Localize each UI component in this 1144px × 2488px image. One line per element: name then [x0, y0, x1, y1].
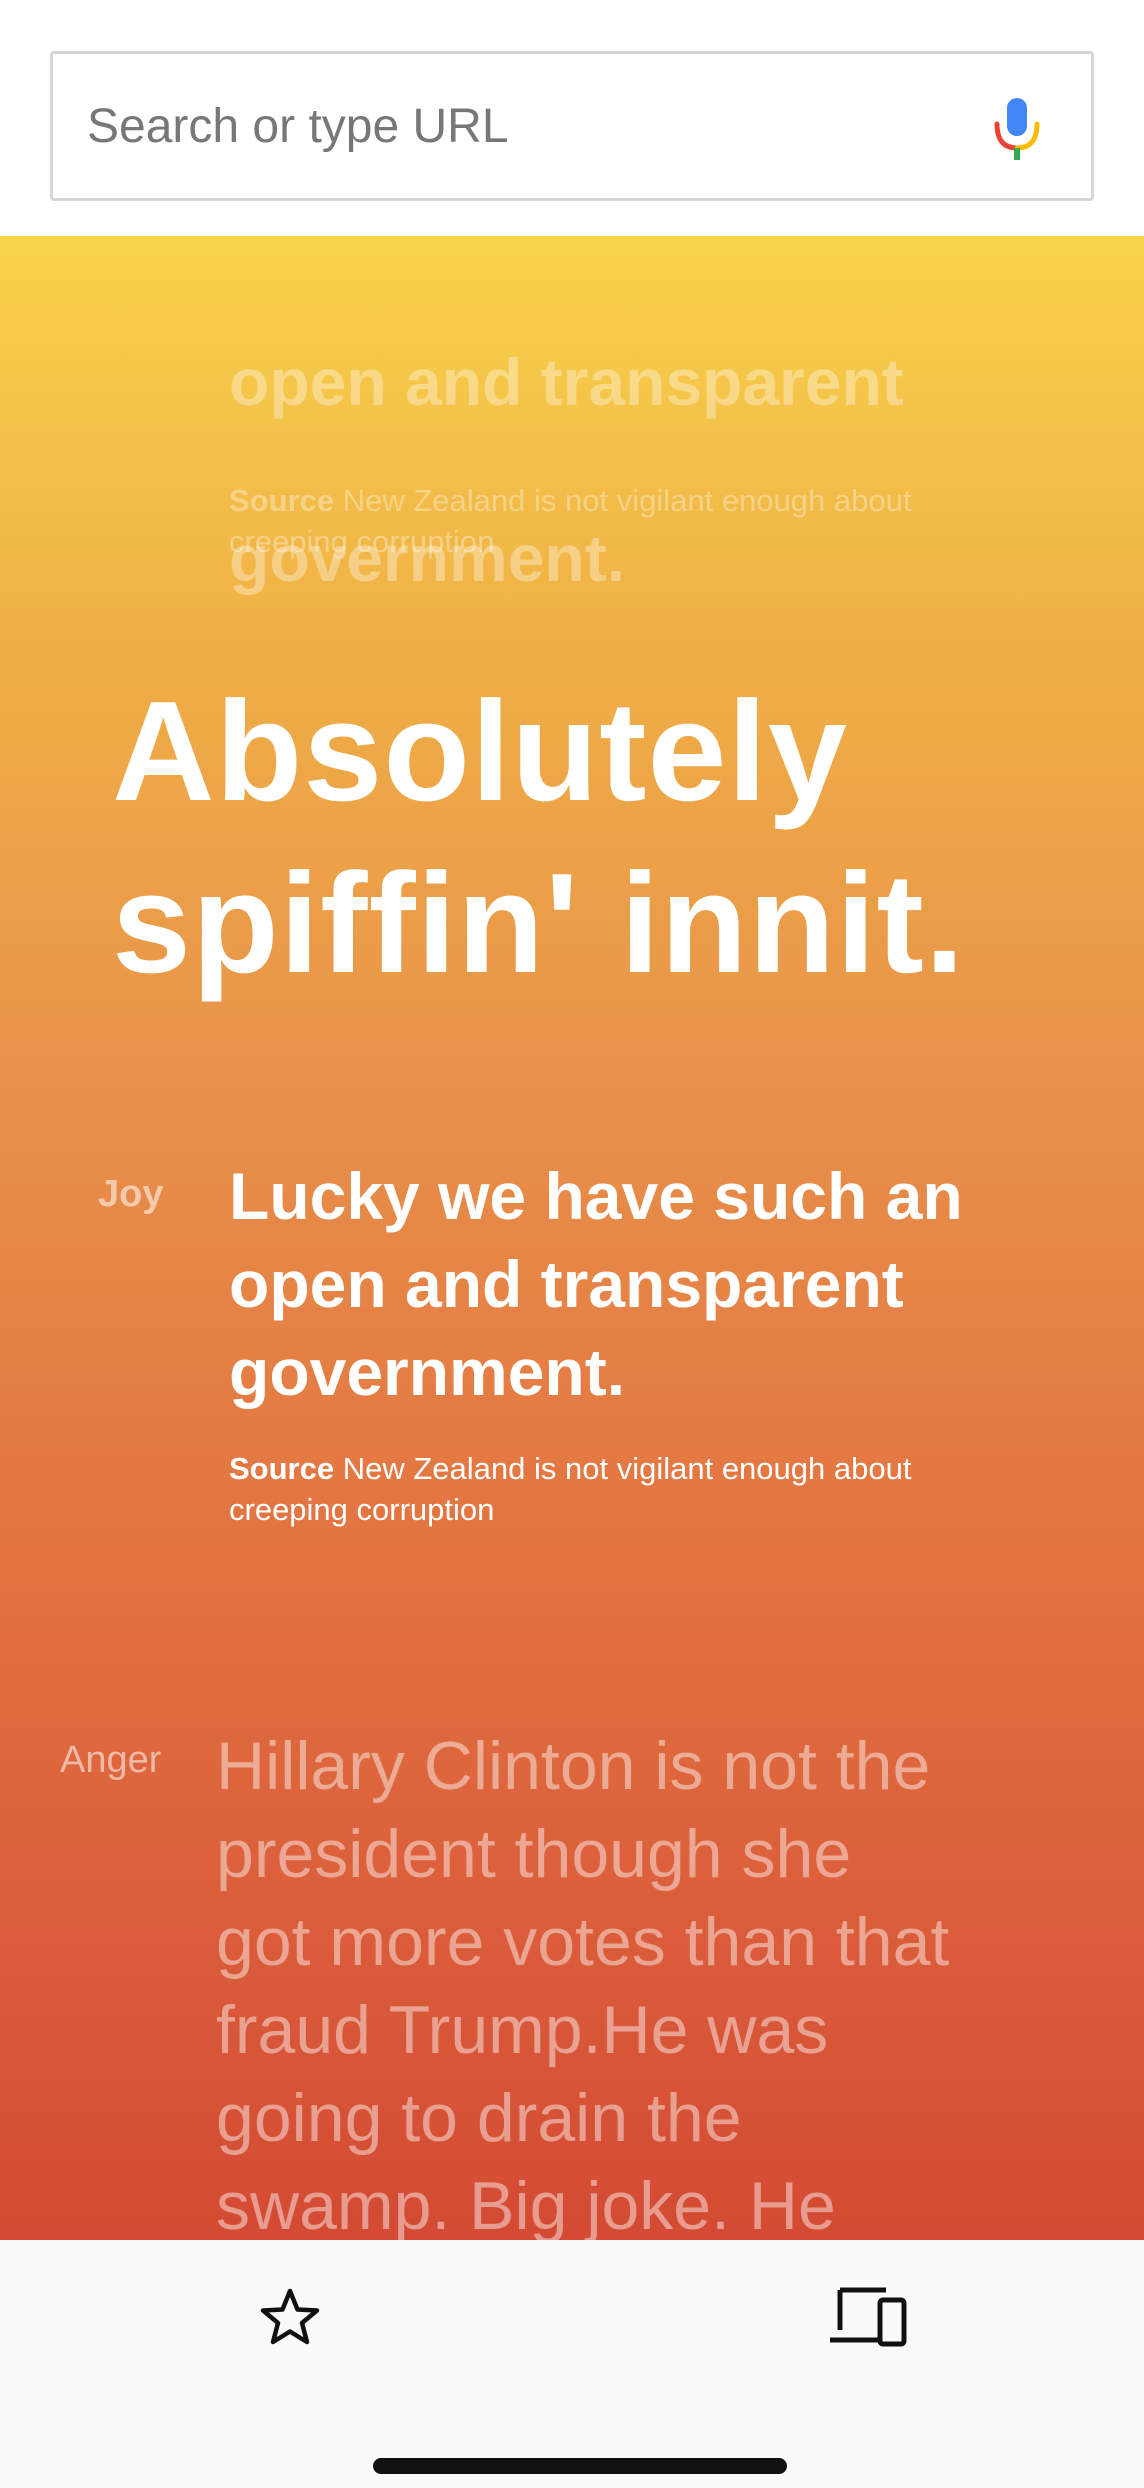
address-bar-container — [0, 0, 1144, 236]
quote-line: swamp. Big joke. He — [216, 2168, 836, 2240]
bottom-toolbar — [0, 2240, 1144, 2488]
joy-quote: Lucky we have such an open and transpare… — [229, 1152, 1109, 1416]
quote-line: Lucky we have such an — [229, 1159, 963, 1233]
quote-line: Hillary Clinton is not the — [216, 1728, 931, 1804]
headline-line-1: Absolutely — [112, 672, 848, 831]
emotion-label-joy: Joy — [98, 1173, 164, 1215]
quote-line: president though she — [216, 1816, 852, 1892]
previous-quote-line: open and transparent — [229, 345, 904, 419]
emotion-feed[interactable]: open and transparent government. Source … — [0, 236, 1144, 2240]
star-icon[interactable] — [258, 2286, 322, 2350]
home-indicator[interactable] — [373, 2458, 787, 2474]
joy-source: Source New Zealand is not vigilant enoug… — [229, 1448, 1019, 1530]
source-label: Source — [229, 1451, 335, 1486]
search-box[interactable] — [50, 51, 1094, 201]
search-input[interactable] — [87, 54, 987, 198]
mic-icon[interactable] — [987, 94, 1047, 164]
headline: Absolutely spiffin' innit. — [112, 666, 1112, 1010]
devices-icon[interactable] — [828, 2284, 908, 2350]
quote-line: government. — [229, 1335, 626, 1409]
emotion-label-anger: Anger — [60, 1739, 162, 1781]
quote-line: open and transparent — [229, 1247, 904, 1321]
quote-line: going to drain the — [216, 2080, 742, 2156]
headline-line-2: spiffin' innit. — [112, 844, 966, 1003]
quote-line: fraud Trump.He was — [216, 1992, 829, 2068]
source-label: Source — [229, 483, 335, 518]
quote-line: got more votes than that — [216, 1904, 950, 1980]
previous-source: Source New Zealand is not vigilant enoug… — [229, 480, 1019, 562]
anger-quote: Hillary Clinton is not the president tho… — [216, 1722, 1116, 2240]
